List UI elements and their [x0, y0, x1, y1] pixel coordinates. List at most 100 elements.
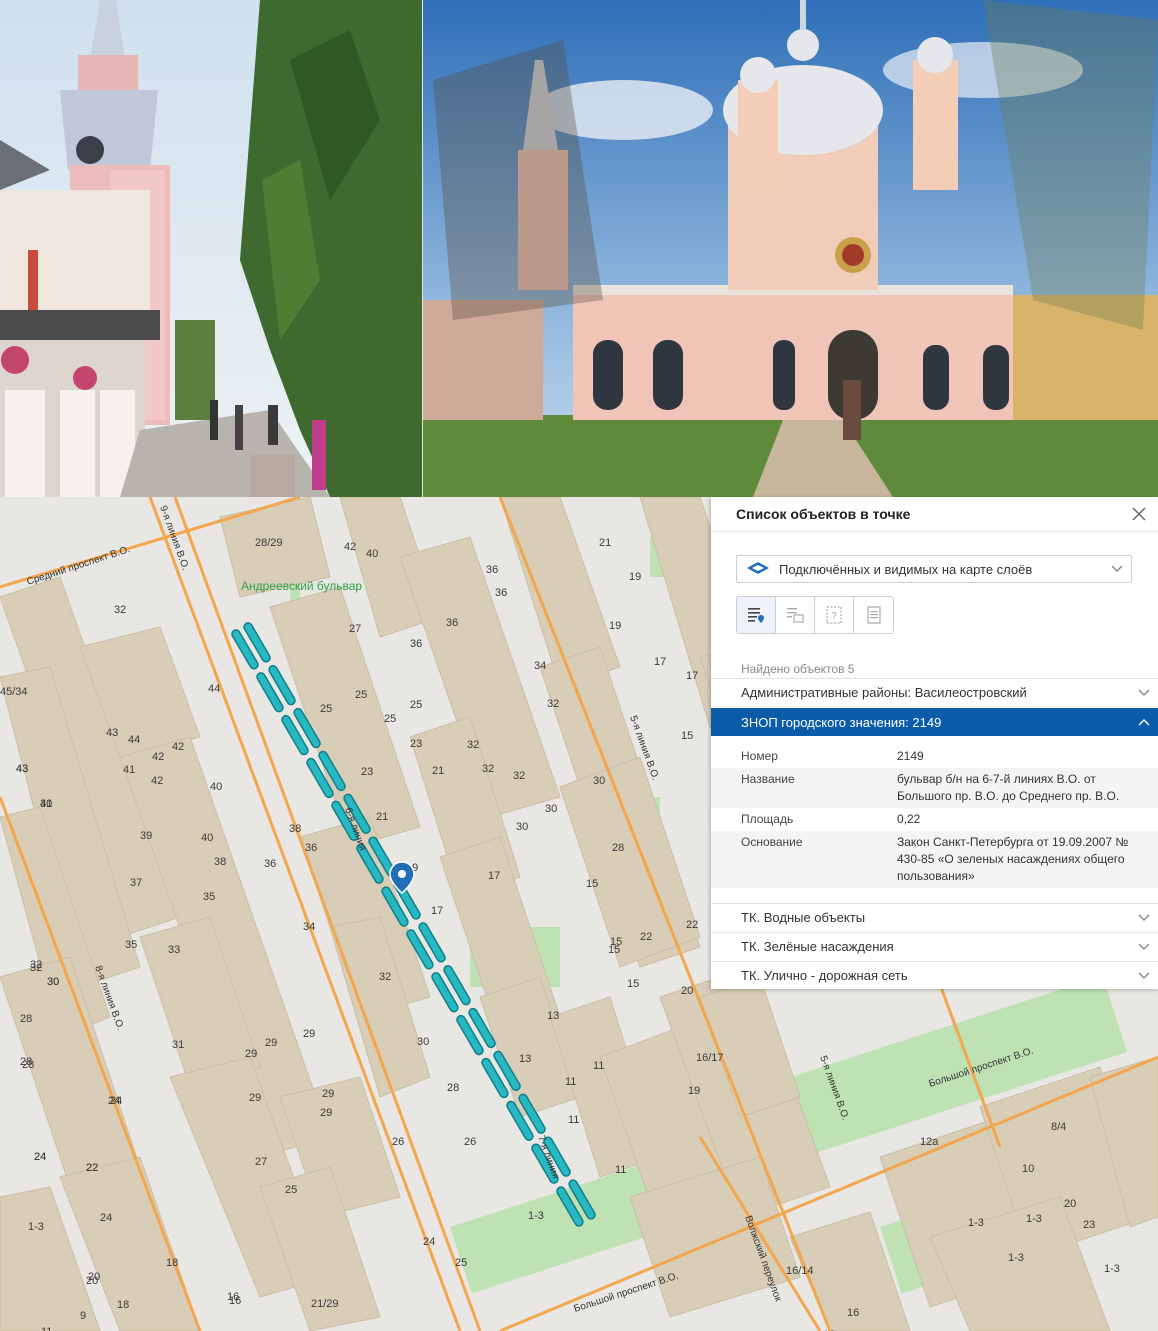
house-number: 40	[366, 548, 378, 560]
house-number: 24	[110, 1095, 122, 1107]
house-number: 36	[495, 587, 507, 599]
layers-icon	[747, 562, 769, 574]
house-number: 44	[128, 734, 140, 746]
house-number: 15	[586, 878, 598, 890]
house-number: 1-3	[528, 1210, 544, 1222]
attr-value: Закон Санкт-Петербурга от 19.09.2007 № 4…	[897, 835, 1129, 883]
object-list-panel: Список объектов в точке Подключённых и в…	[711, 497, 1158, 989]
house-number: 15	[681, 730, 693, 742]
house-number: 29	[245, 1048, 257, 1060]
table-icon	[787, 608, 804, 623]
house-number: 32	[379, 971, 391, 983]
layer-select[interactable]: Подключённых и видимых на карте слоёв	[736, 555, 1132, 583]
house-number: 25	[455, 1257, 467, 1269]
house-number: 29	[265, 1037, 277, 1049]
help-button[interactable]: ?	[815, 597, 854, 633]
house-number: 13	[519, 1053, 531, 1065]
house-number: 28	[447, 1082, 459, 1094]
accordion-green[interactable]: ТК. Зелёные насаждения	[711, 932, 1158, 960]
attr-value: бульвар б/н на 6-7-й линиях В.О. от Боль…	[897, 772, 1120, 803]
chevron-down-icon	[1111, 565, 1123, 572]
house-number: 10	[1022, 1163, 1034, 1175]
house-number: 30	[40, 798, 52, 810]
house-number: 16	[227, 1291, 239, 1303]
house-number: 19	[609, 620, 621, 632]
attributes-table: Номер 2149 Название бульвар б/н на 6-7-й…	[711, 745, 1158, 888]
house-number: 40	[201, 832, 213, 844]
accordion-znop[interactable]: ЗНОП городского значения: 2149	[711, 708, 1158, 736]
house-number: 29	[249, 1092, 261, 1104]
close-button[interactable]	[1130, 505, 1148, 523]
house-number: 19	[629, 571, 641, 583]
street-photo	[0, 0, 422, 497]
accordion-label: ТК. Водные объекты	[741, 910, 866, 925]
accordion-label: ТК. Зелёные насаждения	[741, 939, 894, 954]
house-number: 35	[203, 891, 215, 903]
house-number: 20	[1064, 1198, 1076, 1210]
house-number: 16	[847, 1307, 859, 1319]
house-number: 25	[410, 699, 422, 711]
chevron-down-icon	[1138, 943, 1150, 950]
house-number: 32	[467, 739, 479, 751]
house-number: 43	[106, 727, 118, 739]
house-number: 32	[114, 604, 126, 616]
house-number: 17	[686, 670, 698, 682]
document-button[interactable]	[854, 597, 893, 633]
list-view-button[interactable]	[737, 597, 776, 633]
house-number: 22	[86, 1162, 98, 1174]
accordion-water[interactable]: ТК. Водные объекты	[711, 903, 1158, 931]
house-number: 24	[34, 1151, 46, 1163]
house-number: 38	[289, 823, 301, 835]
house-number: 24	[423, 1236, 435, 1248]
attr-key: Название	[741, 772, 795, 786]
house-number: 30	[516, 821, 528, 833]
panel-title: Список объектов в точке	[736, 506, 911, 522]
house-number: 35	[125, 939, 137, 951]
house-number: 40	[210, 781, 222, 793]
house-number: 30	[47, 976, 59, 988]
house-number: 19	[688, 1085, 700, 1097]
house-number: 36	[264, 858, 276, 870]
accordion-roads[interactable]: ТК. Улично - дорожная сеть	[711, 961, 1158, 989]
table-view-button[interactable]	[776, 597, 815, 633]
house-number: 41	[123, 764, 135, 776]
house-number: 28	[20, 1056, 32, 1068]
house-number: 20	[88, 1271, 100, 1283]
house-number: 25	[320, 703, 332, 715]
house-number: 15	[627, 978, 639, 990]
house-number: 31	[172, 1039, 184, 1051]
house-number: 22	[686, 919, 698, 931]
house-number: 30	[593, 775, 605, 787]
attr-key: Номер	[741, 749, 778, 763]
house-number: 32	[30, 962, 42, 974]
accordion-admin-districts[interactable]: Административные районы: Василеостровски…	[711, 678, 1158, 706]
house-number: 38	[214, 856, 226, 868]
house-number: 11	[41, 1326, 52, 1331]
house-number: 9	[80, 1310, 86, 1322]
accordion-label: ЗНОП городского значения: 2149	[741, 714, 942, 730]
house-number: 25	[355, 689, 367, 701]
house-number: 39	[140, 830, 152, 842]
chevron-down-icon	[1138, 972, 1150, 979]
cathedral-photo	[423, 0, 1158, 497]
house-number: 21/29	[311, 1298, 339, 1310]
house-number: 1-3	[1008, 1252, 1024, 1264]
house-number: 16/17	[696, 1052, 724, 1064]
house-number: 11	[568, 1114, 579, 1126]
house-number: 30	[545, 803, 557, 815]
house-number: 42	[152, 751, 164, 763]
list-location-icon	[748, 608, 764, 623]
house-number: 28	[20, 1013, 32, 1025]
house-number: 17	[488, 870, 500, 882]
house-number: 28/29	[255, 537, 283, 549]
house-number: 8/4	[1051, 1121, 1066, 1133]
attr-value: 0,22	[897, 812, 921, 826]
house-number: 18	[166, 1257, 178, 1269]
house-number: 43	[16, 763, 28, 775]
house-number: 22	[640, 931, 652, 943]
question-icon: ?	[826, 606, 842, 624]
attr-value: 2149	[897, 749, 924, 763]
house-number: 1-3	[968, 1217, 984, 1229]
close-icon	[1132, 507, 1146, 521]
attr-key: Площадь	[741, 812, 794, 826]
